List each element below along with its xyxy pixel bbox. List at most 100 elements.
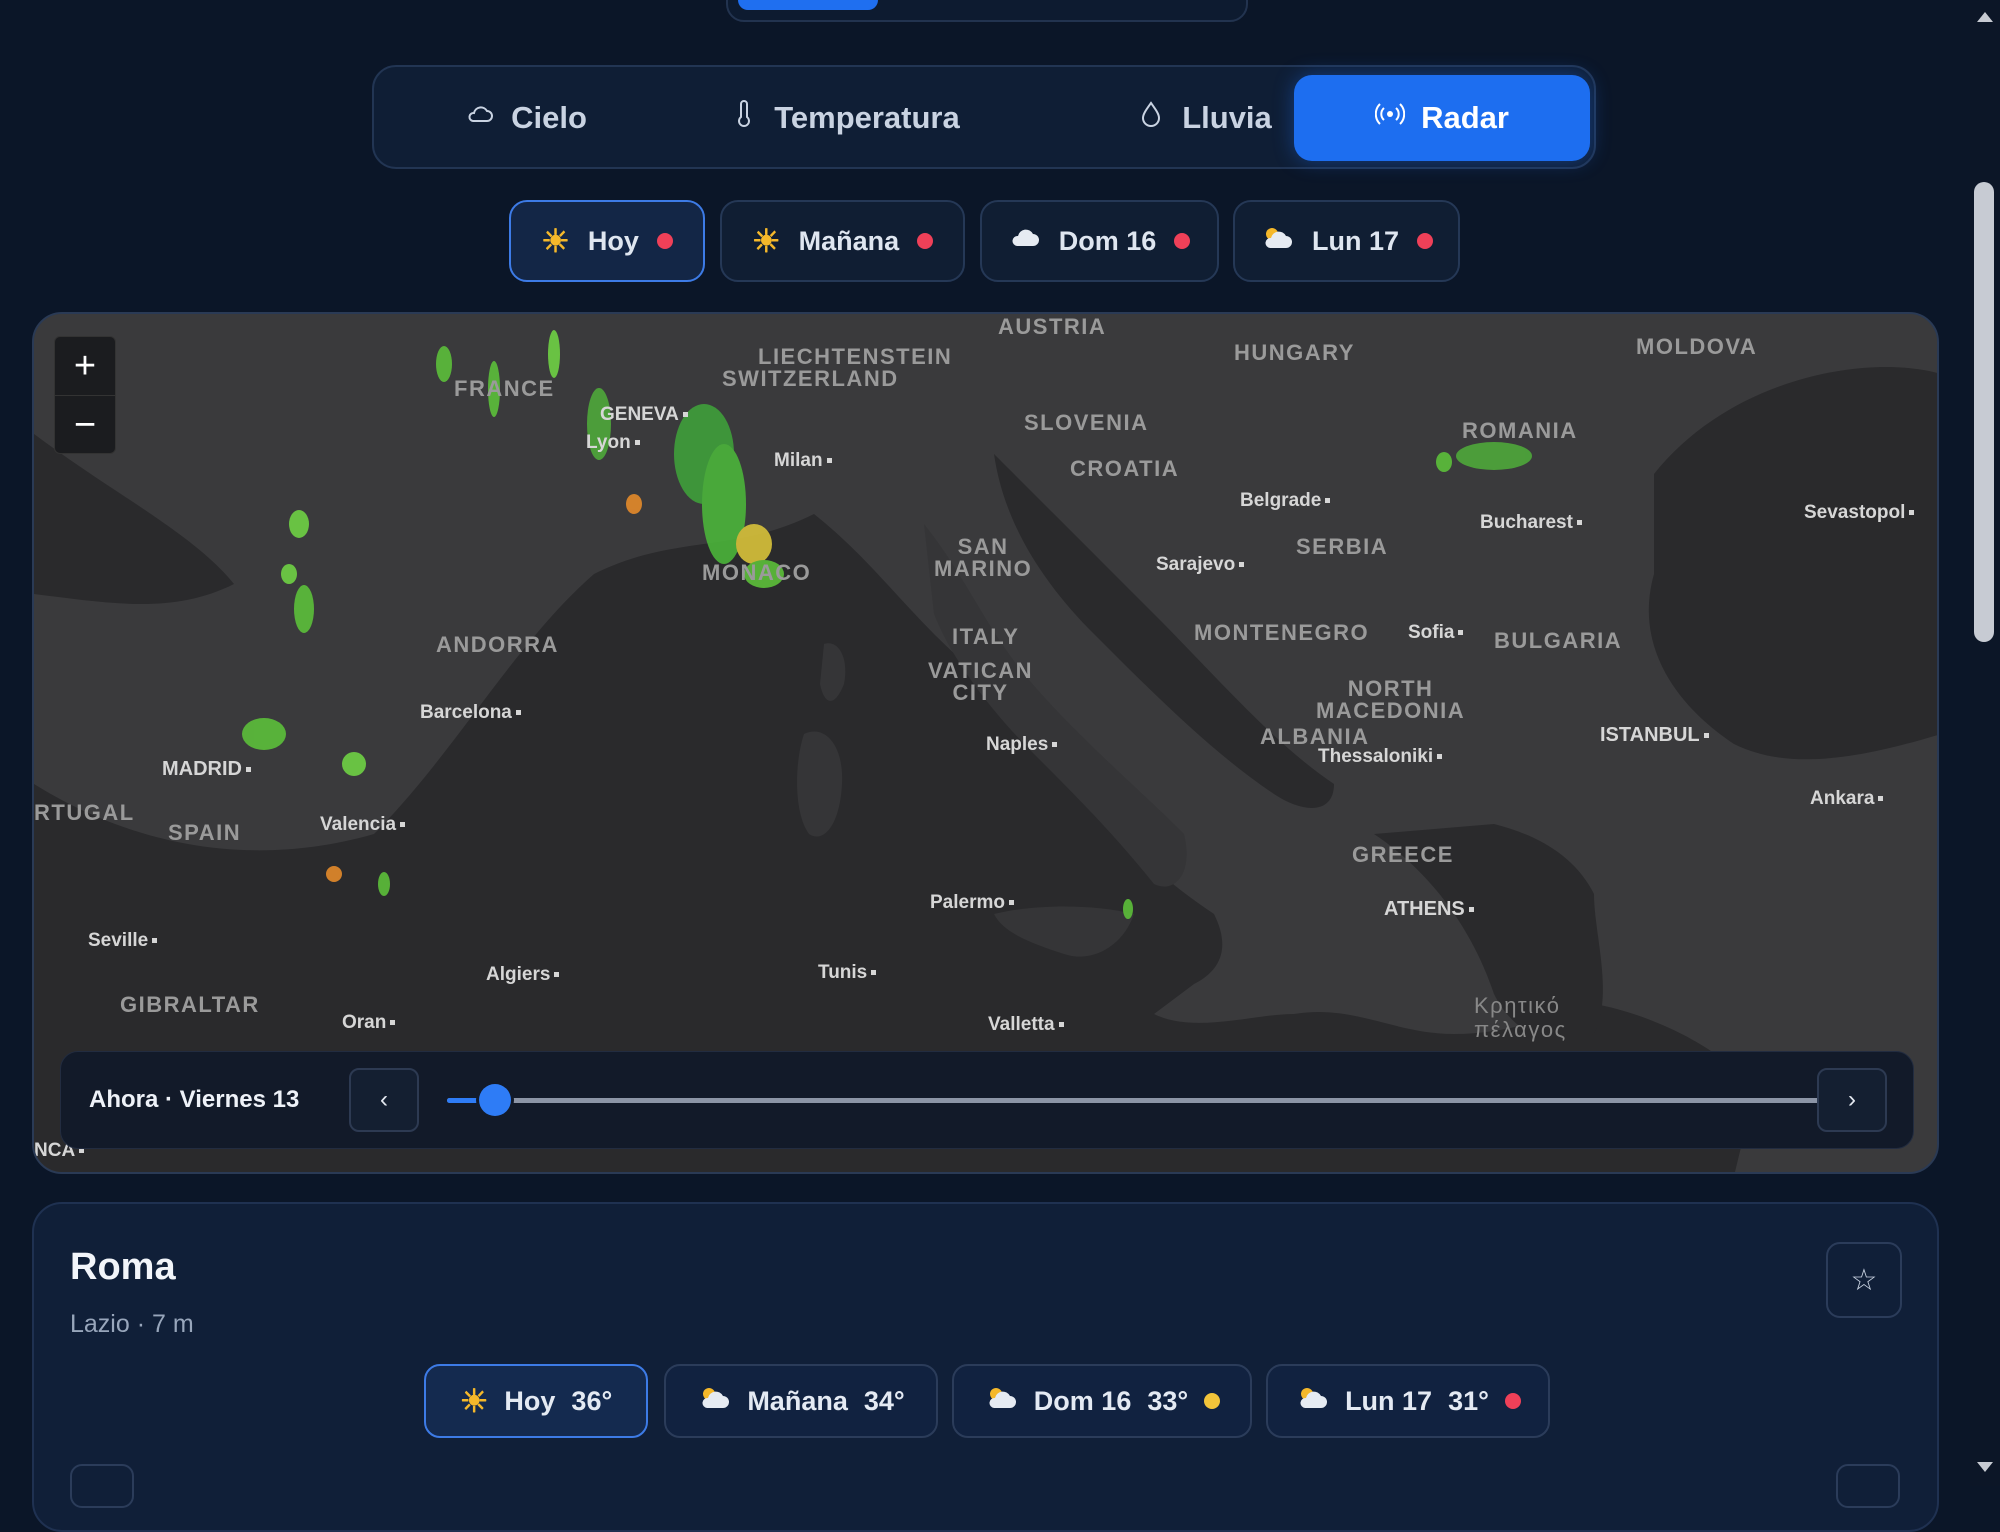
map-label: FRANCE (454, 376, 555, 401)
city-day-manana[interactable]: Mañana 34° (664, 1364, 938, 1438)
day-label: Lun 17 (1345, 1385, 1433, 1416)
alert-dot (656, 233, 673, 249)
day-temp: 33° (1147, 1385, 1189, 1416)
day-label: Hoy (587, 225, 639, 256)
map-label: MADRID (162, 758, 251, 781)
map-label: GREECE (1352, 842, 1454, 867)
alert-dot (1174, 233, 1191, 249)
map-label: HUNGARY (1234, 340, 1355, 365)
map-label: BULGARIA (1494, 628, 1623, 653)
day-label: Mañana (798, 225, 900, 256)
map-label: Palermo (930, 892, 1014, 914)
tab-cielo[interactable]: Cielo (386, 75, 666, 161)
map-label: RTUGAL (34, 800, 135, 825)
map-label: MOLDOVA (1636, 334, 1758, 359)
favorite-star-button[interactable]: ☆ (1826, 1242, 1902, 1318)
map-label: SERBIA (1296, 534, 1389, 559)
tab-label: Lluvia (1182, 100, 1272, 135)
timeline-prev-button[interactable]: ‹ (349, 1068, 419, 1132)
alert-dot (1204, 1393, 1221, 1409)
map-label: SPAIN (168, 820, 242, 845)
sun-cloud-icon (1260, 225, 1294, 258)
tab-temperatura[interactable]: Temperatura (704, 75, 984, 161)
day-label: Mañana (747, 1385, 848, 1416)
tab-label: Cielo (511, 100, 587, 135)
radar-timeline: Ahora · Viernes 13 ‹ › (60, 1051, 1914, 1149)
cloud-icon (465, 99, 495, 137)
map-label: GIBRALTAR (120, 992, 260, 1017)
map-label: Sofia (1408, 622, 1463, 644)
city-day-hoy[interactable]: ☀ Hoy 36° (424, 1364, 648, 1438)
map-label: Belgrade (1240, 490, 1330, 512)
timeline-label: Ahora · Viernes 13 (89, 1086, 300, 1113)
day-label: Lun 17 (1311, 225, 1399, 256)
sun-cloud-icon (984, 1385, 1018, 1418)
sun-icon: ☀ (541, 223, 570, 259)
radar-icon (1374, 99, 1406, 137)
day-pill-hoy[interactable]: ☀ Hoy (509, 200, 705, 282)
sun-icon: ☀ (751, 223, 781, 259)
cloud-icon (1009, 226, 1041, 257)
card-nav-next-button[interactable] (1836, 1464, 1900, 1508)
city-subtitle: Lazio · 7 m (70, 1310, 194, 1338)
timeline-slider[interactable] (447, 1084, 1847, 1116)
timeline-thumb[interactable] (478, 1084, 511, 1116)
map-label: Oran (342, 1012, 395, 1034)
map-label: NORTH MACEDONIA (1316, 676, 1466, 723)
tab-radar[interactable]: Radar (1294, 75, 1590, 161)
map-label: MONTENEGRO (1194, 620, 1370, 645)
day-label: Dom 16 (1058, 225, 1157, 256)
city-day-dom16[interactable]: Dom 16 33° (952, 1364, 1252, 1438)
map-label: SAN MARINO (934, 534, 1033, 581)
scrollbar-thumb[interactable] (1974, 182, 1994, 642)
map-label: ISTANBUL (1600, 724, 1709, 747)
sun-icon: ☀ (459, 1383, 489, 1419)
drop-icon (1136, 99, 1166, 137)
day-pill-manana[interactable]: ☀ Mañana (720, 200, 965, 282)
map-label: ANDORRA (436, 632, 559, 657)
layer-tabs: Cielo Temperatura Lluvia Radar (372, 65, 1596, 169)
map-label: MONACO (702, 560, 812, 585)
day-label: Hoy (504, 1385, 556, 1416)
day-label: Dom 16 (1033, 1385, 1132, 1416)
map-label: Valletta (988, 1014, 1064, 1036)
map-label: Ankara (1810, 788, 1883, 810)
zoom-control: + − (54, 336, 116, 454)
timeline-next-button[interactable]: › (1817, 1068, 1887, 1132)
map-label: Algiers (486, 964, 559, 986)
day-pill-lun17[interactable]: Lun 17 (1233, 200, 1460, 282)
map-label: AUSTRIA (998, 314, 1107, 339)
map-label: Lyon (586, 432, 640, 454)
day-pill-dom16[interactable]: Dom 16 (980, 200, 1219, 282)
scroll-down-arrow-icon[interactable] (1977, 1462, 1993, 1472)
radar-map[interactable]: + − AUSTRIA LIECHTENSTEIN SWITZERLAND HU… (32, 312, 1939, 1174)
map-label: Valencia (320, 814, 405, 836)
alert-dot (1504, 1393, 1521, 1409)
day-temp: 36° (571, 1385, 613, 1416)
alert-dot (1417, 233, 1433, 249)
scroll-up-arrow-icon[interactable] (1977, 12, 1993, 22)
card-nav-prev-button[interactable] (70, 1464, 134, 1508)
map-label: SWITZERLAND (722, 366, 899, 391)
city-card: Roma Lazio · 7 m ☆ ☀ Hoy 36° Mañana 34° … (32, 1202, 1939, 1532)
map-label: Sevastopol (1804, 502, 1914, 524)
alert-dot (917, 233, 934, 249)
map-label: Seville (88, 930, 157, 952)
sun-cloud-icon (697, 1385, 731, 1418)
sun-cloud-icon (1295, 1385, 1329, 1418)
map-label: CROATIA (1070, 456, 1180, 481)
map-label: Thessaloniki (1318, 746, 1442, 768)
map-label: Barcelona (420, 702, 521, 724)
page-scrollbar[interactable] (1970, 0, 2000, 1486)
zoom-out-button[interactable]: − (55, 395, 115, 454)
city-day-lun17[interactable]: Lun 17 31° (1266, 1364, 1550, 1438)
zoom-in-button[interactable]: + (55, 337, 115, 395)
map-label: Sarajevo (1156, 554, 1244, 576)
day-temp: 31° (1448, 1385, 1489, 1416)
thermometer-icon (728, 99, 758, 137)
map-label: Milan (774, 450, 832, 472)
map-label: ROMANIA (1462, 418, 1578, 443)
map-label: Naples (986, 734, 1057, 756)
top-segment-partial[interactable] (726, 0, 1248, 22)
map-label: SLOVENIA (1024, 410, 1149, 435)
